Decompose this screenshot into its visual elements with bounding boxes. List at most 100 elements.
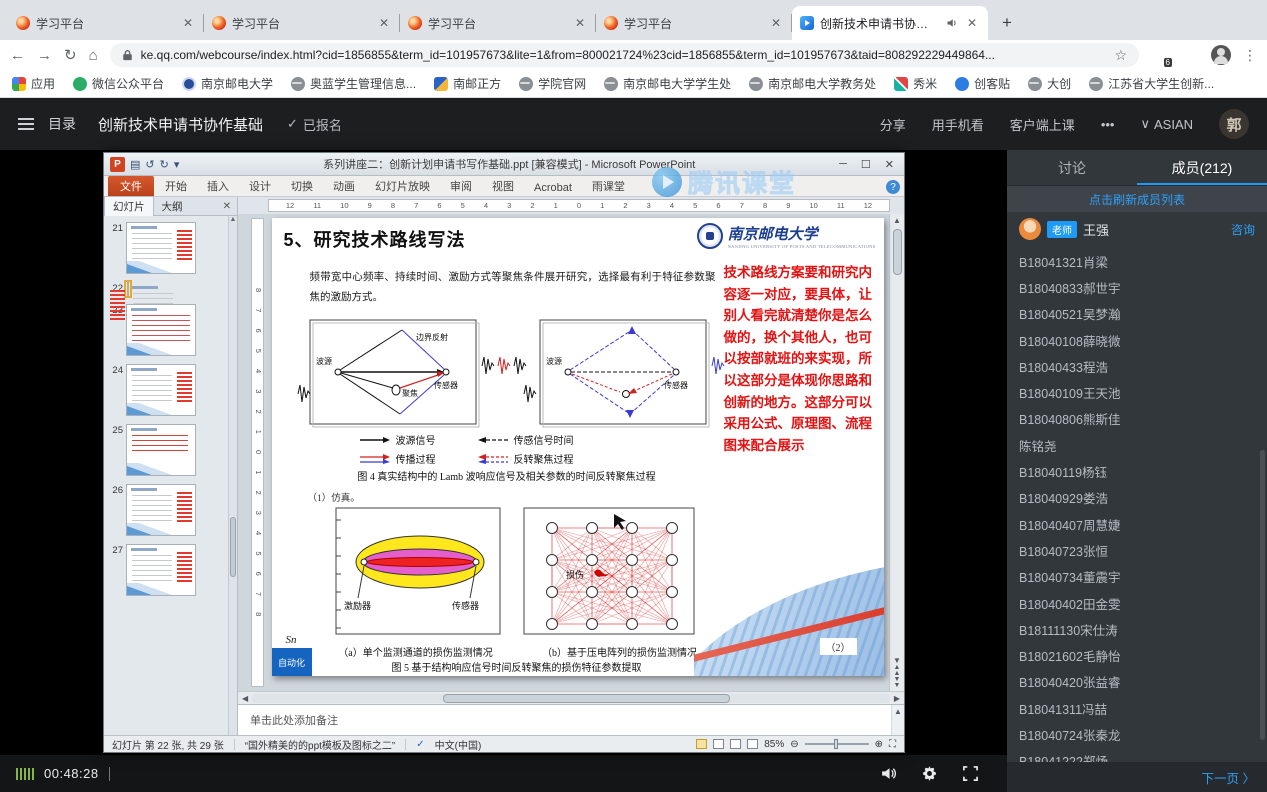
user-menu[interactable]: ∨ASIAN	[1140, 116, 1193, 132]
sidebar-scrollbar[interactable]	[1260, 450, 1265, 740]
thumbnail-scrollbar[interactable]: ▲	[228, 216, 237, 735]
share-button[interactable]: 分享	[880, 115, 906, 134]
member-item[interactable]: B18040521吴梦瀚	[1019, 301, 1255, 327]
catalog-button[interactable]: 目录	[48, 114, 76, 134]
extension-icon[interactable]	[1181, 46, 1199, 64]
bookmark-student-office[interactable]: 南京邮电大学学生处	[604, 75, 731, 92]
undo-icon[interactable]: ↺	[145, 158, 154, 171]
horizontal-scrollbar[interactable]: ◀▶	[238, 691, 904, 704]
powerpoint-logo-icon[interactable]: P	[110, 157, 125, 172]
ribbon-tab-review[interactable]: 审阅	[441, 176, 481, 196]
bookmark-academic-office[interactable]: 南京邮电大学教务处	[749, 75, 876, 92]
tab-close-icon[interactable]: ✕	[964, 15, 980, 31]
slide-sorter-icon[interactable]	[713, 739, 724, 749]
notes-scrollbar[interactable]: ▲	[891, 705, 904, 735]
watch-on-phone-button[interactable]: 用手机看	[932, 115, 984, 134]
member-list[interactable]: B18041321肖梁 B18040833郝世宇 B18040521吴梦瀚 B1…	[1007, 246, 1267, 762]
maximize-button[interactable]: ☐	[861, 158, 871, 171]
consult-button[interactable]: 咨询	[1231, 221, 1255, 238]
language-indicator[interactable]: 中文(中国)	[435, 737, 482, 752]
menu-icon[interactable]	[18, 118, 34, 130]
settings-gear-icon[interactable]	[921, 765, 938, 782]
ribbon-tab-transitions[interactable]: 切换	[282, 176, 322, 196]
fullscreen-icon[interactable]	[962, 765, 979, 782]
tab-members[interactable]: 成员(212)	[1137, 150, 1267, 185]
slide-thumb-23[interactable]: 23	[108, 304, 235, 356]
bookmark-apps[interactable]: 应用	[12, 75, 55, 92]
member-item[interactable]: B18041222郑炀	[1019, 748, 1255, 762]
chrome-menu-icon[interactable]: ⋮	[1243, 47, 1257, 64]
tab-4[interactable]: 学习平台✕	[596, 6, 792, 40]
minimize-button[interactable]: ─	[839, 158, 847, 171]
slide-thumb-21[interactable]: 21	[108, 222, 235, 274]
member-item[interactable]: 陈铭尧	[1019, 432, 1255, 458]
profile-avatar-icon[interactable]	[1211, 45, 1231, 65]
new-tab-button[interactable]: +	[994, 10, 1020, 36]
panel-close-icon[interactable]: ✕	[217, 201, 237, 212]
panel-tab-outline[interactable]: 大纲	[154, 197, 191, 216]
member-item[interactable]: B18040723张恒	[1019, 537, 1255, 563]
zoom-slider[interactable]	[805, 743, 869, 745]
bookmark-jiangsu[interactable]: 江苏省大学生创新...	[1089, 75, 1214, 92]
tab-close-icon[interactable]: ✕	[180, 15, 196, 31]
ribbon-tab-home[interactable]: 开始	[156, 176, 196, 196]
slide-thumb-26[interactable]: 26	[108, 484, 235, 536]
ribbon-tab-view[interactable]: 视图	[483, 176, 523, 196]
member-item[interactable]: B18040407周慧婕	[1019, 511, 1255, 537]
tab-3[interactable]: 学习平台✕	[400, 6, 596, 40]
member-item[interactable]: B18040806熊斯佳	[1019, 406, 1255, 432]
extension-shield-icon[interactable]: 6	[1151, 46, 1169, 64]
bookmark-chuangkit[interactable]: 创客贴	[955, 75, 1010, 92]
tab-close-icon[interactable]: ✕	[376, 15, 392, 31]
member-item[interactable]: B18040109王天池	[1019, 379, 1255, 405]
ribbon-tab-insert[interactable]: 插入	[198, 176, 238, 196]
zoom-out-icon[interactable]: ⊖	[790, 739, 798, 750]
vertical-scrollbar[interactable]: ▲▼▲▲▼▼	[889, 214, 904, 691]
user-avatar[interactable]: 郭	[1219, 109, 1249, 139]
slideshow-icon[interactable]	[747, 739, 758, 749]
member-item[interactable]: B18040929娄浩	[1019, 485, 1255, 511]
reload-icon[interactable]: ↻	[64, 48, 77, 63]
tab-close-icon[interactable]: ✕	[768, 15, 784, 31]
notes-placeholder[interactable]: 单击此处添加备注	[238, 705, 891, 735]
help-icon[interactable]: ?	[886, 180, 900, 194]
tab-discussion[interactable]: 讨论	[1007, 150, 1137, 185]
bookmark-njupt[interactable]: 南京邮电大学	[182, 75, 273, 92]
tab-close-icon[interactable]: ✕	[572, 15, 588, 31]
ribbon-tab-slideshow[interactable]: 幻灯片放映	[366, 176, 439, 196]
back-icon[interactable]: ←	[10, 48, 25, 63]
slide-thumb-24[interactable]: 24	[108, 364, 235, 416]
member-item[interactable]: B18040402田金雯	[1019, 590, 1255, 616]
member-item[interactable]: B18111130宋仕涛	[1019, 616, 1255, 642]
slide-thumb-25[interactable]: 25	[108, 424, 235, 476]
spellcheck-icon[interactable]: ✓	[416, 739, 424, 750]
refresh-members-button[interactable]: 点击刷新成员列表	[1007, 186, 1267, 212]
member-item[interactable]: B18040724张秦龙	[1019, 721, 1255, 747]
ribbon-tab-file[interactable]: 文件	[108, 176, 154, 196]
bookmark-college[interactable]: 学院官网	[519, 75, 586, 92]
notes-pane[interactable]: 单击此处添加备注 ▲	[238, 704, 904, 735]
normal-view-icon[interactable]	[696, 739, 707, 749]
bookmark-dachuang[interactable]: 大创	[1028, 75, 1071, 92]
client-app-button[interactable]: 客户端上课	[1010, 115, 1075, 134]
member-item[interactable]: B18040420张益睿	[1019, 669, 1255, 695]
slide-thumb-27[interactable]: 27	[108, 544, 235, 596]
member-item[interactable]: B18041311冯喆	[1019, 695, 1255, 721]
ribbon-tab-rainclassroom[interactable]: 雨课堂	[583, 176, 634, 196]
member-item[interactable]: B18040833郝世宇	[1019, 274, 1255, 300]
video-player[interactable]: 腾讯课堂 P ▤ ↺ ↻ ▾ 系列讲座二：创新计划申请书写	[0, 150, 1007, 755]
member-item[interactable]: B18021602毛静怡	[1019, 642, 1255, 668]
ribbon-tab-design[interactable]: 设计	[240, 176, 280, 196]
tab-2[interactable]: 学习平台✕	[204, 6, 400, 40]
bookmark-zhengfang[interactable]: 南邮正方	[434, 75, 501, 92]
tab-1[interactable]: 学习平台✕	[8, 6, 204, 40]
member-item[interactable]: B18040119杨钰	[1019, 458, 1255, 484]
panel-tab-slides[interactable]: 幻灯片	[104, 196, 154, 216]
teacher-row[interactable]: 老师 王强 咨询	[1007, 212, 1267, 246]
member-item[interactable]: B18041321肖梁	[1019, 248, 1255, 274]
member-item[interactable]: B18040108薛晓微	[1019, 327, 1255, 353]
bookmark-star-icon[interactable]: ☆	[1114, 47, 1127, 64]
volume-icon[interactable]	[880, 765, 897, 782]
close-button[interactable]: ✕	[885, 158, 894, 171]
address-bar[interactable]: ke.qq.com/webcourse/index.html?cid=18568…	[110, 43, 1139, 67]
